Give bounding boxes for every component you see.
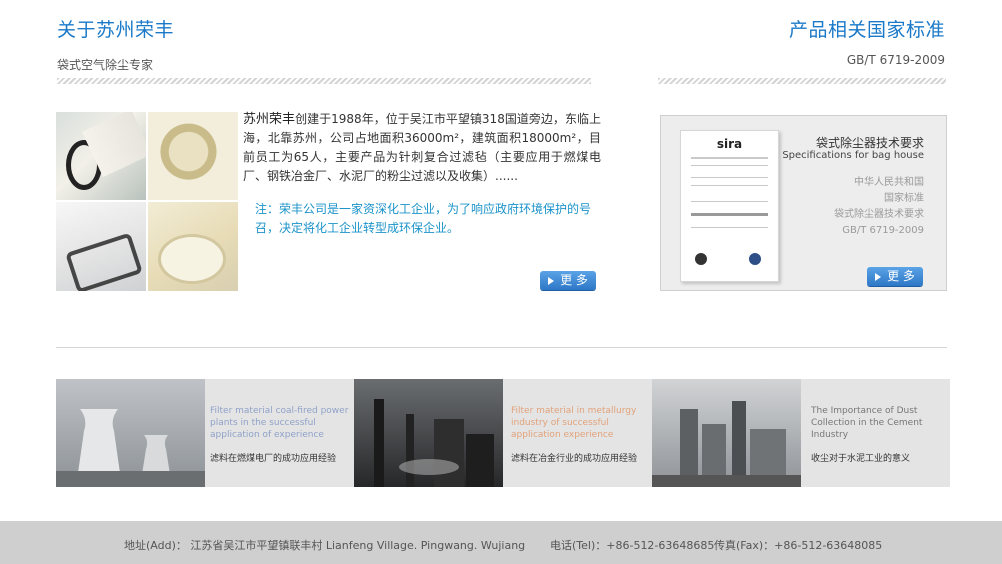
standard-more-label: 更 多	[887, 269, 915, 283]
footer: 地址(Add)： 江苏省吴江市平望镇联丰村 Lianfeng Village. …	[0, 521, 1002, 564]
about-more-label: 更 多	[560, 273, 588, 287]
play-arrow-icon	[875, 272, 882, 281]
standard-card-title-en: Specifications for bag house	[782, 150, 924, 161]
section-divider	[56, 347, 947, 348]
case-3-en: The Importance of Dust Collection in the…	[811, 406, 923, 440]
about-body: 创建于1988年，位于吴江市平望镇318国道旁边，东临上海，北靠苏州，公司占地面…	[243, 112, 601, 183]
standard-title: 产品相关国家标准	[788, 19, 945, 41]
case-3[interactable]: The Importance of Dust Collection in the…	[811, 405, 951, 464]
steel-mill-photo[interactable]	[354, 379, 503, 487]
standard-line: GB/T 6719-2009	[842, 225, 924, 236]
footer-tel: 电话(Tel)：+86-512-63648685	[550, 539, 715, 552]
application-cases: Filter material coal-fired power plants …	[56, 379, 950, 487]
about-description: 苏州荣丰创建于1988年，位于吴江市平望镇318国道旁边，东临上海，北靠苏州，公…	[243, 110, 601, 186]
cement-plant-photo[interactable]	[652, 379, 801, 487]
product-photos[interactable]	[56, 112, 238, 291]
case-1-en: Filter material coal-fired power plants …	[210, 406, 349, 440]
standard-code: GB/T 6719-2009	[846, 53, 945, 67]
standard-more-button[interactable]: 更 多	[867, 267, 923, 286]
filter-bag-roll-photo	[148, 202, 238, 291]
case-2-cn: 滤料在冶金行业的成功应用经验	[511, 454, 638, 464]
power-plant-photo[interactable]	[56, 379, 205, 487]
standard-line: 国家标准	[884, 193, 924, 204]
certificate-logo: sira	[716, 137, 743, 151]
case-1-cn: 滤料在燃煤电厂的成功应用经验	[210, 454, 337, 464]
standard-card-title: 袋式除尘器技术要求	[815, 136, 924, 150]
case-2[interactable]: Filter material in metallurgy industry o…	[511, 405, 651, 464]
about-note: 注：荣丰公司是一家资深化工企业，为了响应政府环境保护的号召，决定将化工企业转型成…	[255, 202, 592, 235]
white-filter-bag-photo	[56, 202, 146, 291]
case-3-cn: 收尘对于水泥工业的意义	[811, 454, 911, 464]
case-1[interactable]: Filter material coal-fired power plants …	[210, 405, 350, 464]
about-title: 关于苏州荣丰	[57, 19, 175, 41]
play-arrow-icon	[548, 276, 555, 285]
filter-bag-end-photo	[148, 112, 238, 200]
about-more-button[interactable]: 更 多	[540, 271, 596, 290]
case-2-en: Filter material in metallurgy industry o…	[511, 406, 637, 440]
certificate-image: sira	[680, 130, 779, 282]
filter-cage-photo	[56, 112, 146, 200]
about-divider	[57, 78, 591, 84]
footer-fax: 传真(Fax)：+86-512-63648085	[714, 539, 883, 552]
standard-line: 袋式除尘器技术要求	[834, 209, 924, 220]
about-subtitle: 袋式空气除尘专家	[57, 58, 154, 72]
standard-card-lines: 中华人民共和国 国家标准 袋式除尘器技术要求 GB/T 6719-2009	[834, 175, 924, 239]
standard-divider	[658, 78, 946, 84]
footer-address: 地址(Add)： 江苏省吴江市平望镇联丰村 Lianfeng Village. …	[124, 539, 526, 552]
standard-card[interactable]: sira 袋式除尘器技术要求 Specifications for bag ho…	[660, 115, 947, 291]
about-brand: 苏州荣丰	[243, 112, 296, 127]
standard-line: 中华人民共和国	[854, 177, 924, 188]
